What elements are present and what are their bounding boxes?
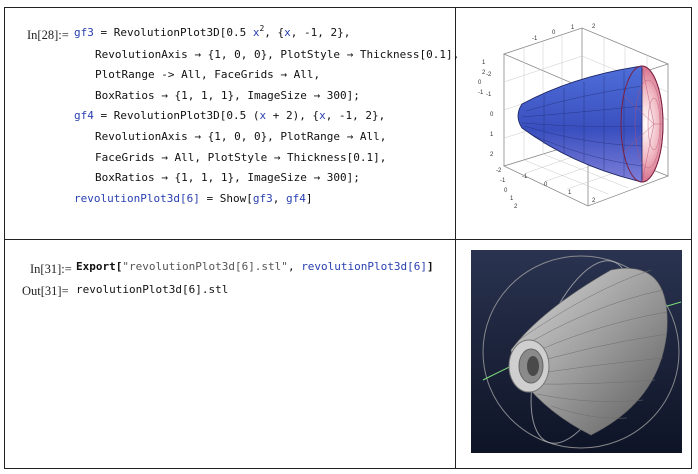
code-line-token: = RevolutionPlot3D[0.5 ( bbox=[93, 109, 260, 123]
code-line: gf3 = RevolutionPlot3D[0.5 x2, {x, -1, 2… bbox=[74, 23, 459, 45]
code-line: RevolutionAxis → {1, 0, 0}, PlotRange → … bbox=[74, 127, 459, 148]
tick-z-4: 2 bbox=[514, 204, 518, 210]
code-line-token: , -1, 2}, bbox=[290, 26, 351, 39]
tick-side-1: 1 bbox=[482, 60, 486, 66]
code-line-token: BoxRatios → {1, 1, 1}, ImageSize → 300]; bbox=[95, 171, 360, 185]
code-line-token: x bbox=[319, 109, 326, 123]
tick-bottom-2: 1 bbox=[568, 190, 572, 196]
code-line-token: RevolutionAxis → {1, 0, 0}, PlotStyle → … bbox=[95, 47, 460, 61]
tick-z-3: 1 bbox=[510, 196, 514, 202]
export-line-token: ] bbox=[427, 260, 434, 273]
tick-bottom-0: -1 bbox=[522, 174, 528, 180]
code-line-token: = RevolutionPlot3D[0.5 bbox=[93, 26, 253, 39]
tick-z-1: -1 bbox=[500, 178, 506, 184]
tick-left-4: 2 bbox=[490, 152, 494, 158]
plot-svg: -1 0 1 2 -2 -1 0 1 2 2 1 0 -1 -1 0 1 2 -… bbox=[478, 24, 670, 210]
stl-render-svg bbox=[471, 250, 682, 453]
row-divider bbox=[5, 239, 691, 240]
code-line-token: PlotRange -> All, FaceGrids → All, bbox=[95, 68, 321, 82]
stl-tube-hole bbox=[527, 356, 539, 376]
tick-left-1: -1 bbox=[486, 92, 492, 98]
tick-left-3: 1 bbox=[490, 132, 494, 138]
export-command[interactable]: Export["revolutionPlot3d[6].stl", revolu… bbox=[76, 257, 434, 278]
code-line-token: 2 bbox=[259, 24, 265, 33]
tick-z-2: 0 bbox=[504, 188, 508, 194]
code-line-token: , { bbox=[264, 26, 285, 39]
code-line-token: revolutionPlot3d[6] bbox=[74, 191, 200, 205]
code-line-token: , bbox=[272, 191, 286, 205]
export-line-token: "revolutionPlot3d[6].stl" bbox=[122, 260, 288, 273]
out31-label: Out[31]= bbox=[22, 284, 69, 298]
revolution-plot-3d[interactable]: -1 0 1 2 -2 -1 0 1 2 2 1 0 -1 -1 0 1 2 -… bbox=[464, 16, 684, 230]
tick-z-0: -2 bbox=[496, 168, 502, 174]
in31-label: In[31]:= bbox=[30, 262, 72, 276]
tick-side-3: -1 bbox=[478, 90, 484, 96]
code-line: RevolutionAxis → {1, 0, 0}, PlotStyle → … bbox=[74, 45, 459, 66]
tick-top-3: 2 bbox=[592, 24, 596, 30]
stl-render-view[interactable] bbox=[471, 250, 682, 453]
code-line-token: BoxRatios → {1, 1, 1}, ImageSize → 300]; bbox=[95, 88, 360, 102]
tick-left-2: 0 bbox=[490, 112, 494, 118]
code-line-token: , -1, 2}, bbox=[325, 109, 386, 123]
export-line-token: , bbox=[287, 260, 302, 273]
tick-top-0: -1 bbox=[532, 36, 538, 42]
code-line-token: gf4 bbox=[285, 191, 306, 205]
tick-top-1: 0 bbox=[552, 30, 556, 36]
code-line-token: RevolutionAxis → {1, 0, 0}, PlotRange → … bbox=[95, 129, 387, 143]
code-line: FaceGrids → All, PlotStyle → Thickness[0… bbox=[74, 148, 459, 169]
code-line-token: = Show[ bbox=[199, 191, 253, 205]
in28-label: In[28]:= bbox=[27, 28, 69, 42]
code-line-token: gf3 bbox=[74, 26, 94, 39]
export-output: revolutionPlot3d[6].stl bbox=[76, 283, 229, 296]
code-line-token: FaceGrids → All, PlotStyle → Thickness[0… bbox=[95, 150, 387, 164]
code-line-token: gf3 bbox=[252, 191, 273, 205]
code-line: revolutionPlot3d[6] = Show[gf3, gf4] bbox=[74, 189, 459, 210]
code-line: gf4 = RevolutionPlot3D[0.5 (x + 2), {x, … bbox=[74, 106, 459, 127]
code-line: BoxRatios → {1, 1, 1}, ImageSize → 300]; bbox=[74, 168, 459, 189]
tick-top-2: 1 bbox=[571, 25, 575, 31]
code-line-token: + 2), { bbox=[266, 109, 320, 123]
export-line-token: Export[ bbox=[76, 260, 123, 273]
code-line-token: gf4 bbox=[74, 109, 94, 123]
code-line: PlotRange -> All, FaceGrids → All, bbox=[74, 65, 459, 86]
export-line-token: revolutionPlot3d[6] bbox=[301, 260, 428, 273]
cell1-code[interactable]: gf3 = RevolutionPlot3D[0.5 x2, {x, -1, 2… bbox=[74, 23, 459, 209]
tick-side-2: 0 bbox=[478, 80, 482, 86]
code-line: BoxRatios → {1, 1, 1}, ImageSize → 300]; bbox=[74, 86, 459, 107]
code-line-token: x bbox=[284, 26, 291, 39]
tick-left-0: -2 bbox=[486, 72, 492, 78]
code-line-token: ] bbox=[305, 191, 313, 205]
